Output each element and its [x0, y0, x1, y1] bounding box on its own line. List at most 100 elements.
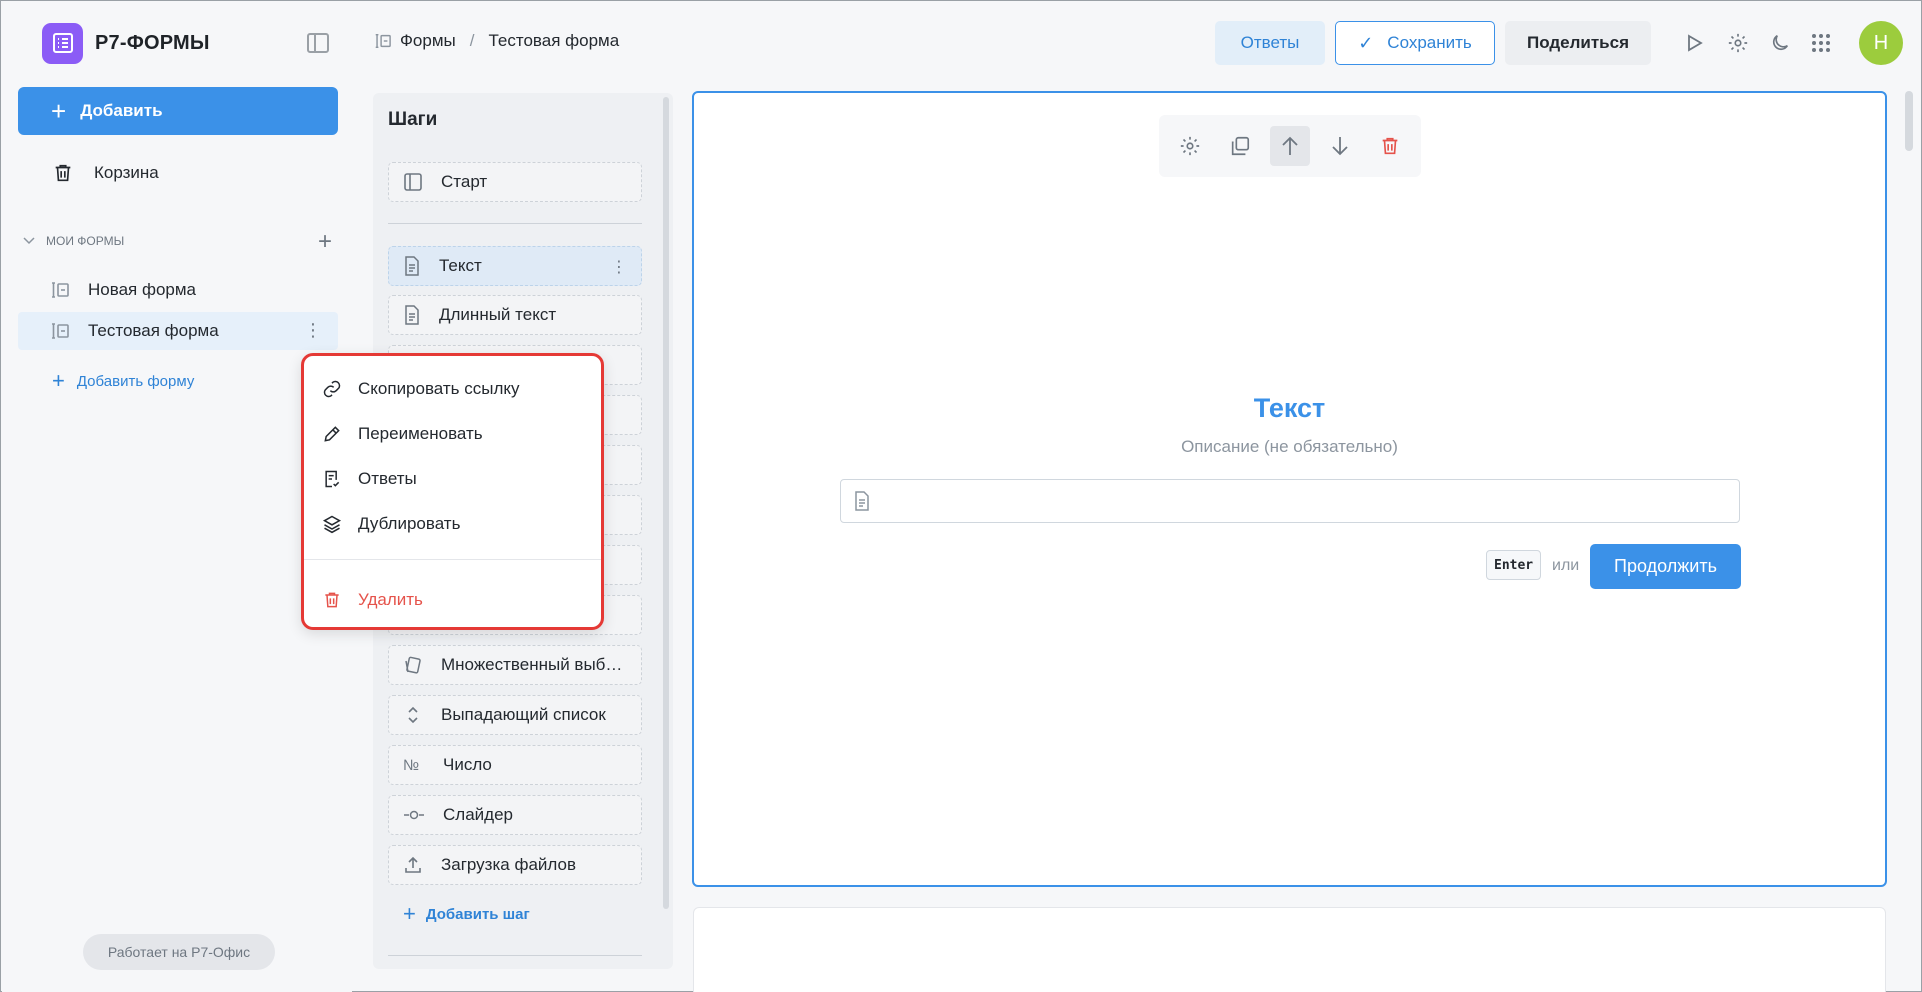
sidebar-form-item-active[interactable]: Тестовая форма ⋮	[18, 312, 338, 350]
question-toolbar	[1159, 115, 1421, 177]
sidebar: Р7-ФОРМЫ + Добавить Корзина МОИ ФОРМЫ + …	[2, 2, 352, 992]
step-label: Длинный текст	[439, 305, 557, 324]
sidebar-form-item[interactable]: Новая форма	[18, 271, 338, 309]
menu-item-answers[interactable]: Ответы	[322, 464, 417, 494]
app-name: Р7-ФОРМЫ	[95, 31, 210, 54]
add-step-link[interactable]: + Добавить шаг	[403, 901, 530, 927]
menu-item-rename[interactable]: Переименовать	[322, 419, 483, 449]
more-vertical-icon[interactable]: ⋮	[611, 257, 627, 277]
plus-icon: +	[52, 368, 65, 393]
play-icon[interactable]	[1682, 31, 1706, 55]
clipboard-check-icon	[325, 470, 340, 488]
breadcrumb-root[interactable]: Формы	[400, 31, 456, 51]
breadcrumb-current: Тестовая форма	[488, 31, 620, 50]
document-icon	[405, 256, 419, 276]
continue-label: Продолжить	[1614, 556, 1717, 576]
step-start[interactable]: Старт	[388, 162, 642, 202]
app-window: Р7-ФОРМЫ + Добавить Корзина МОИ ФОРМЫ + …	[0, 0, 1922, 992]
move-up-tool[interactable]	[1270, 126, 1310, 166]
gear-icon	[1180, 136, 1200, 156]
avatar[interactable]: Н	[1859, 21, 1903, 65]
trash-icon	[55, 164, 71, 182]
add-form-link[interactable]: + Добавить форму	[52, 368, 194, 394]
gear-icon[interactable]	[1726, 31, 1750, 55]
add-button[interactable]: + Добавить	[18, 87, 338, 135]
sidebar-item-trash[interactable]: Корзина	[52, 162, 159, 184]
trash-icon	[325, 592, 339, 608]
menu-item-duplicate[interactable]: Дублировать	[322, 509, 460, 539]
delete-tool[interactable]	[1370, 126, 1410, 166]
powered-by-badge[interactable]: Работает на Р7-Офис	[83, 934, 275, 970]
answer-input[interactable]	[840, 479, 1740, 523]
context-menu: Скопировать ссылку Переименовать Ответы …	[301, 353, 604, 630]
layers-icon	[322, 515, 342, 534]
breadcrumb-separator: /	[469, 31, 475, 50]
check-icon: ✓	[1358, 32, 1374, 53]
step-label: Текст	[439, 256, 482, 275]
more-vertical-icon[interactable]: ⋮	[304, 321, 322, 339]
step-item[interactable]: Выпадающий список	[388, 695, 642, 735]
document-icon	[405, 305, 419, 325]
arrow-up-icon	[1282, 136, 1298, 155]
trash-label: Корзина	[94, 163, 159, 182]
logo[interactable]: Р7-ФОРМЫ	[42, 22, 210, 64]
question-title[interactable]: Текст	[694, 393, 1885, 424]
step-item[interactable]: № Число	[388, 745, 642, 785]
menu-item-label: Переименовать	[358, 424, 483, 443]
steps-divider	[388, 223, 642, 224]
link-icon	[323, 380, 341, 398]
arrow-down-icon	[1332, 137, 1348, 156]
step-label: Слайдер	[443, 805, 513, 824]
step-item[interactable]: Длинный текст	[388, 295, 642, 335]
continue-button[interactable]: Продолжить	[1590, 544, 1741, 589]
layout-icon	[404, 173, 422, 191]
add-step-label: Добавить шаг	[425, 905, 530, 923]
step-item[interactable]: Загрузка файлов	[388, 845, 642, 885]
plus-icon: +	[51, 96, 67, 126]
apps-grid-icon[interactable]	[1809, 31, 1833, 55]
svg-text:№: №	[403, 757, 419, 774]
step-item[interactable]: Слайдер	[388, 795, 642, 835]
powered-by-label: Работает на Р7-Офис	[107, 944, 251, 960]
sidebar-toggle-icon[interactable]	[307, 33, 329, 53]
menu-item-label: Удалить	[358, 590, 423, 609]
steps-divider	[388, 955, 642, 956]
logo-list-icon	[42, 22, 83, 64]
plus-icon: +	[403, 901, 416, 926]
my-forms-section[interactable]: МОИ ФОРМЫ +	[22, 228, 332, 255]
step-label: Множественный выб…	[441, 655, 623, 674]
save-button[interactable]: ✓ Сохранить	[1335, 21, 1495, 65]
steps-scrollbar[interactable]	[663, 97, 669, 909]
question-description[interactable]: Описание (не обязательно)	[694, 437, 1885, 457]
chevron-down-icon	[23, 237, 35, 245]
next-question-canvas[interactable]	[693, 907, 1886, 992]
step-label: Выпадающий список	[441, 705, 606, 724]
share-button[interactable]: Поделиться	[1505, 21, 1651, 65]
step-item-active[interactable]: Текст ⋮	[388, 246, 642, 286]
section-label: МОИ ФОРМЫ	[46, 234, 125, 248]
move-down-tool[interactable]	[1320, 126, 1360, 166]
pencil-icon	[324, 426, 340, 442]
menu-divider	[304, 559, 601, 560]
settings-tool[interactable]	[1170, 126, 1210, 166]
menu-item-copy-link[interactable]: Скопировать ссылку	[322, 374, 520, 404]
answers-button[interactable]: Ответы	[1215, 21, 1325, 65]
step-label: Число	[443, 755, 492, 774]
menu-item-label: Дублировать	[358, 514, 461, 533]
menu-item-label: Ответы	[358, 469, 417, 488]
form-icon	[52, 282, 69, 298]
save-label: Сохранить	[1387, 33, 1472, 52]
form-label: Новая форма	[88, 280, 196, 299]
add-form-plus-icon[interactable]: +	[318, 228, 332, 256]
steps-title: Шаги	[388, 109, 438, 130]
cards-icon	[405, 656, 421, 674]
duplicate-tool[interactable]	[1220, 126, 1260, 166]
question-canvas[interactable]: Текст Описание (не обязательно) Enter ил…	[692, 91, 1887, 887]
main-scrollbar[interactable]	[1905, 91, 1913, 151]
menu-item-delete[interactable]: Удалить	[322, 585, 423, 615]
add-form-label: Добавить форму	[76, 372, 195, 390]
form-icon	[375, 33, 391, 49]
answers-label: Ответы	[1240, 33, 1300, 52]
moon-icon[interactable]	[1768, 31, 1792, 55]
step-item[interactable]: Множественный выб…	[388, 645, 642, 685]
